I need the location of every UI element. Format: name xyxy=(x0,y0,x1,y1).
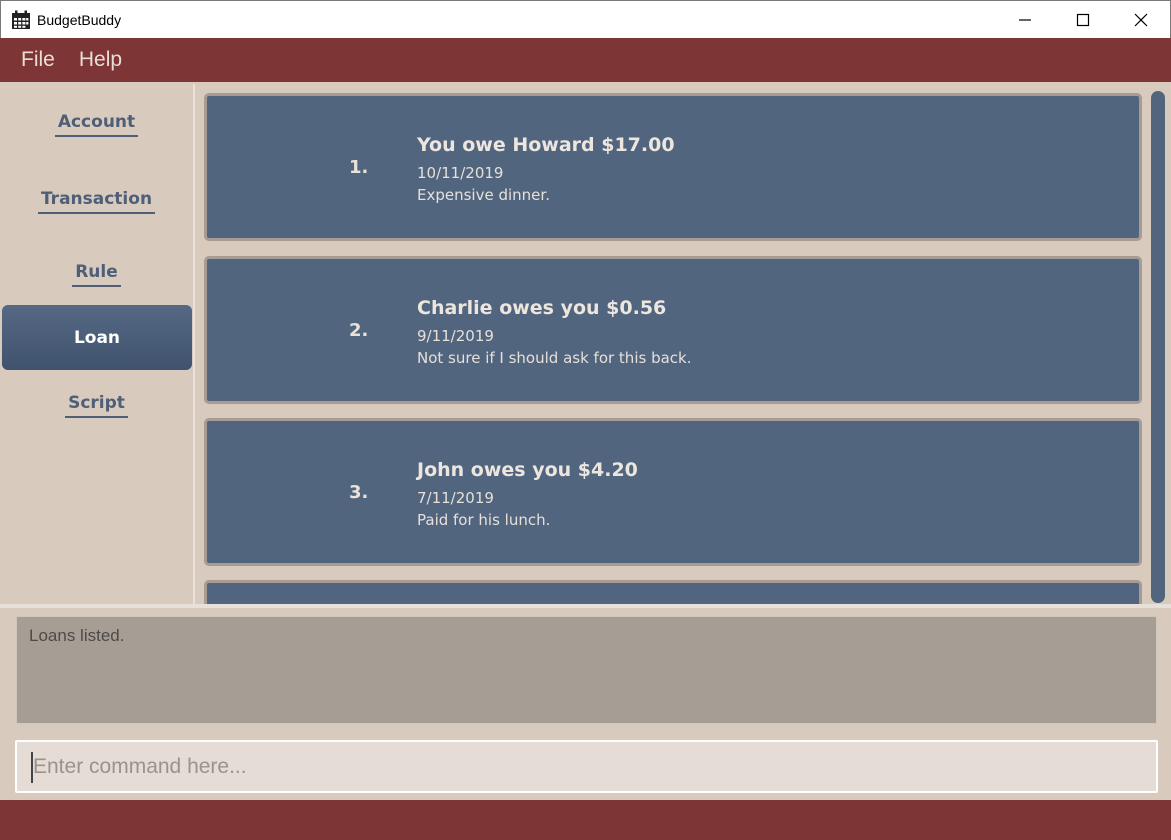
loan-card[interactable]: 3. John owes you $4.20 7/11/2019 Paid fo… xyxy=(204,418,1142,566)
minimize-button[interactable] xyxy=(996,1,1054,39)
loan-title: You owe Howard $17.00 xyxy=(417,134,675,156)
scrollbar-thumb[interactable] xyxy=(1151,91,1165,603)
loan-card[interactable]: 2. Charlie owes you $0.56 9/11/2019 Not … xyxy=(204,256,1142,404)
loan-description: Not sure if I should ask for this back. xyxy=(417,349,692,367)
sidebar-item-transaction[interactable]: Transaction xyxy=(0,189,193,214)
maximize-button[interactable] xyxy=(1054,1,1112,39)
loan-index: 3. xyxy=(349,481,369,503)
loan-title: Charlie owes you $0.56 xyxy=(417,297,667,319)
sidebar-item-label: Rule xyxy=(72,262,121,287)
sidebar-item-rule[interactable]: Rule xyxy=(0,262,193,287)
menu-help[interactable]: Help xyxy=(79,48,122,72)
close-icon xyxy=(1134,13,1148,27)
calendar-icon xyxy=(12,10,30,29)
window-controls xyxy=(996,1,1170,39)
loan-description: Paid for his lunch. xyxy=(417,511,551,529)
loan-description: Expensive dinner. xyxy=(417,186,550,204)
loan-index: 1. xyxy=(349,156,369,178)
menu-file[interactable]: File xyxy=(21,48,55,72)
sidebar-item-label: Loan xyxy=(73,327,121,348)
loan-date: 7/11/2019 xyxy=(417,489,494,507)
sidebar-item-loan[interactable]: Loan xyxy=(2,305,192,370)
loan-title: John owes you $4.20 xyxy=(417,459,638,481)
text-caret xyxy=(31,752,33,783)
sidebar-item-account[interactable]: Account xyxy=(0,112,193,137)
command-input[interactable] xyxy=(19,744,1154,789)
loan-card-partial[interactable] xyxy=(204,580,1142,605)
loan-list[interactable]: 1. You owe Howard $17.00 10/11/2019 Expe… xyxy=(193,84,1168,605)
sidebar-item-label: Account xyxy=(54,112,139,137)
sidebar-item-label: Transaction xyxy=(37,189,156,214)
maximize-icon xyxy=(1076,13,1090,27)
panel-divider[interactable] xyxy=(0,604,1171,608)
menu-bar: File Help xyxy=(0,38,1171,82)
loan-card[interactable]: 1. You owe Howard $17.00 10/11/2019 Expe… xyxy=(204,93,1142,241)
window-title: BudgetBuddy xyxy=(37,11,122,28)
command-box xyxy=(15,740,1158,793)
close-button[interactable] xyxy=(1112,1,1170,39)
minimize-icon xyxy=(1019,19,1031,21)
result-display: Loans listed. xyxy=(16,616,1157,724)
loan-date: 9/11/2019 xyxy=(417,327,494,345)
window-titlebar: BudgetBuddy xyxy=(0,0,1171,38)
sidebar-item-label: Script xyxy=(65,393,128,418)
sidebar: Account Transaction Rule Loan Script xyxy=(0,82,193,607)
sidebar-item-script[interactable]: Script xyxy=(0,393,193,418)
loan-date: 10/11/2019 xyxy=(417,164,504,182)
loan-index: 2. xyxy=(349,319,369,341)
status-bar xyxy=(0,800,1171,840)
result-text: Loans listed. xyxy=(29,626,125,645)
